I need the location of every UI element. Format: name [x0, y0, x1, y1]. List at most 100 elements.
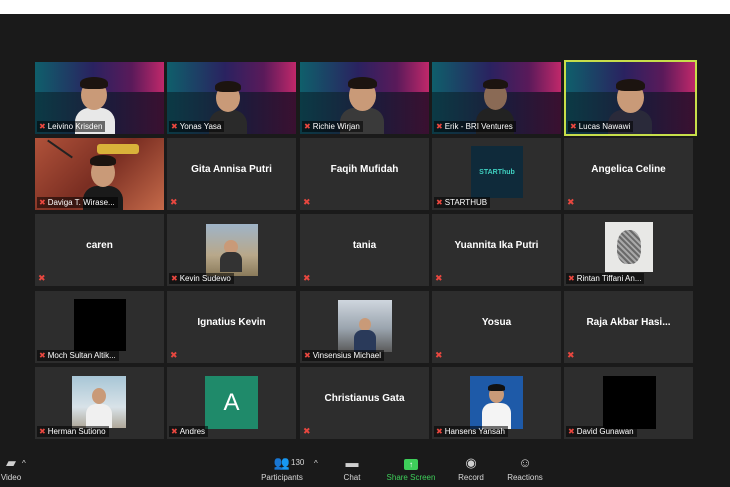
- participant-tile-hansens[interactable]: ✖ Hansens Yansah: [432, 367, 561, 439]
- participant-tile-caren[interactable]: caren ✖: [35, 214, 164, 286]
- record-button[interactable]: ◉ Record: [456, 455, 486, 482]
- profile-photo: [603, 376, 656, 429]
- chat-bubble-icon: ▬: [345, 455, 359, 470]
- name-label: ✖ Moch Sultan Altik...: [37, 350, 119, 361]
- name-label: ✖ Herman Sutiono: [37, 426, 109, 437]
- muted-mic-icon: ✖: [436, 122, 443, 131]
- participant-tile-herman[interactable]: ✖ Herman Sutiono: [35, 367, 164, 439]
- participant-tile-lucas-active-speaker[interactable]: ✖ Lucas Nawawi: [564, 60, 697, 136]
- participant-tile-faqih[interactable]: Faqih Mufidah ✖: [300, 138, 429, 210]
- muted-mic-icon: ✖: [435, 350, 443, 360]
- profile-photo: [74, 299, 126, 351]
- profile-photo: [72, 376, 126, 428]
- muted-mic-icon: ✖: [170, 197, 178, 207]
- participant-name: Christianus Gata: [324, 393, 405, 404]
- name-label: ✖ STARTHUB: [434, 197, 491, 208]
- gallery-view: ✖ Leivino Krisden ✖ Yonas Yasa ✖ Richie Wir…: [0, 14, 730, 452]
- muted-mic-icon: ✖: [304, 351, 311, 360]
- participant-tile-tania[interactable]: tania ✖: [300, 214, 429, 286]
- name-label: ✖ Yonas Yasa: [169, 121, 225, 132]
- muted-mic-icon: ✖: [171, 274, 178, 283]
- participant-tile-richie[interactable]: ✖ Richie Wirjan: [300, 62, 429, 134]
- muted-mic-icon: ✖: [435, 273, 443, 283]
- muted-mic-icon: ✖: [171, 427, 178, 436]
- muted-mic-icon: ✖: [436, 198, 443, 207]
- share-screen-button[interactable]: ↑ Share Screen: [386, 455, 436, 482]
- participant-tile-erik[interactable]: ✖ Erik - BRI Ventures: [432, 62, 561, 134]
- muted-mic-icon: ✖: [568, 274, 575, 283]
- name-label: ✖ Lucas Nawawi: [568, 121, 634, 132]
- muted-mic-icon: ✖: [567, 350, 575, 360]
- video-options-caret[interactable]: ^: [22, 459, 26, 468]
- participant-tile-daviga[interactable]: ✖ Daviga T. Wirase...: [35, 138, 164, 210]
- participant-tile-moch[interactable]: ✖ Moch Sultan Altik...: [35, 291, 164, 363]
- meeting-toolbar: ▰ Video ^ 👥 Participants 130 ^ ▬ Chat ↑ …: [0, 452, 730, 487]
- profile-photo: [470, 376, 523, 429]
- participants-count: 130: [291, 458, 305, 467]
- chat-button[interactable]: ▬ Chat: [338, 455, 366, 482]
- muted-mic-icon: ✖: [304, 122, 311, 131]
- participant-tile-david[interactable]: ✖ David Gunawan: [564, 367, 693, 439]
- window-top-bar: [0, 0, 730, 14]
- neon-sign: [97, 144, 139, 154]
- participant-tile-kevin-sudewo[interactable]: ✖ Kevin Sudewo: [167, 214, 296, 286]
- name-label: ✖ Hansens Yansah: [434, 426, 508, 437]
- share-screen-icon: ↑: [386, 455, 436, 471]
- name-label: ✖ Daviga T. Wirase...: [37, 197, 118, 208]
- muted-mic-icon: ✖: [39, 198, 46, 207]
- participant-tile-andres[interactable]: A ✖ Andres: [167, 367, 296, 439]
- name-label: ✖ Vinsensius Michael: [302, 350, 385, 361]
- participant-tile-yuannita[interactable]: Yuannita Ika Putri ✖: [432, 214, 561, 286]
- participant-name: caren: [86, 240, 113, 251]
- profile-photo: [338, 300, 392, 352]
- record-icon: ◉: [465, 455, 477, 470]
- participant-name: Yosua: [481, 317, 512, 328]
- name-label: ✖ Leivino Krisden: [37, 121, 106, 132]
- participants-options-caret[interactable]: ^: [314, 459, 318, 468]
- name-label: ✖ Rintan Tiffani An...: [566, 273, 645, 284]
- participant-tile-angelica[interactable]: Angelica Celine ✖: [564, 138, 693, 210]
- participant-name: Yuannita Ika Putri: [454, 240, 539, 251]
- muted-mic-icon: ✖: [570, 122, 577, 131]
- participant-tile-starthub[interactable]: STARThub ✖ STARTHUB: [432, 138, 561, 210]
- reactions-icon: ☺: [518, 455, 532, 470]
- participant-tile-raja[interactable]: Raja Akbar Hasi... ✖: [564, 291, 693, 363]
- avatar: A: [205, 376, 258, 429]
- muted-mic-icon: ✖: [171, 122, 178, 131]
- participant-tile-christianus[interactable]: Christianus Gata ✖: [300, 367, 429, 439]
- participant-tile-vinsensius[interactable]: ✖ Vinsensius Michael: [300, 291, 429, 363]
- participant-name: Angelica Celine: [591, 164, 666, 175]
- participant-name: Ignatius Kevin: [197, 317, 266, 328]
- name-label: ✖ David Gunawan: [566, 426, 637, 437]
- muted-mic-icon: ✖: [436, 427, 443, 436]
- muted-mic-icon: ✖: [39, 351, 46, 360]
- participant-tile-ignatius[interactable]: Ignatius Kevin ✖: [167, 291, 296, 363]
- muted-mic-icon: ✖: [567, 197, 575, 207]
- participant-tile-gita[interactable]: Gita Annisa Putri ✖: [167, 138, 296, 210]
- name-label: ✖ Andres: [169, 426, 209, 437]
- pinecone-image: [617, 230, 641, 264]
- participant-tile-leivino[interactable]: ✖ Leivino Krisden: [35, 62, 164, 134]
- participant-tile-yosua[interactable]: Yosua ✖: [432, 291, 561, 363]
- name-label: ✖ Erik - BRI Ventures: [434, 121, 516, 132]
- reactions-button[interactable]: ☺ Reactions: [506, 455, 544, 482]
- muted-mic-icon: ✖: [303, 426, 311, 436]
- muted-mic-icon: ✖: [303, 273, 311, 283]
- profile-photo: [206, 224, 258, 276]
- starthub-logo: STARThub: [471, 146, 523, 198]
- participant-name: Faqih Mufidah: [330, 164, 399, 175]
- name-label: ✖ Kevin Sudewo: [169, 273, 234, 284]
- muted-mic-icon: ✖: [39, 122, 46, 131]
- muted-mic-icon: ✖: [39, 427, 46, 436]
- participant-name: Raja Akbar Hasi...: [586, 317, 671, 328]
- participant-tile-yonas[interactable]: ✖ Yonas Yasa: [167, 62, 296, 134]
- muted-mic-icon: ✖: [303, 197, 311, 207]
- participant-name: tania: [352, 240, 377, 251]
- participant-tile-rintan[interactable]: ✖ Rintan Tiffani An...: [564, 214, 693, 286]
- muted-mic-icon: ✖: [170, 350, 178, 360]
- muted-mic-icon: ✖: [568, 427, 575, 436]
- name-label: ✖ Richie Wirjan: [302, 121, 363, 132]
- muted-mic-icon: ✖: [38, 273, 46, 283]
- participant-name: Gita Annisa Putri: [191, 164, 272, 175]
- profile-photo: [605, 222, 653, 272]
